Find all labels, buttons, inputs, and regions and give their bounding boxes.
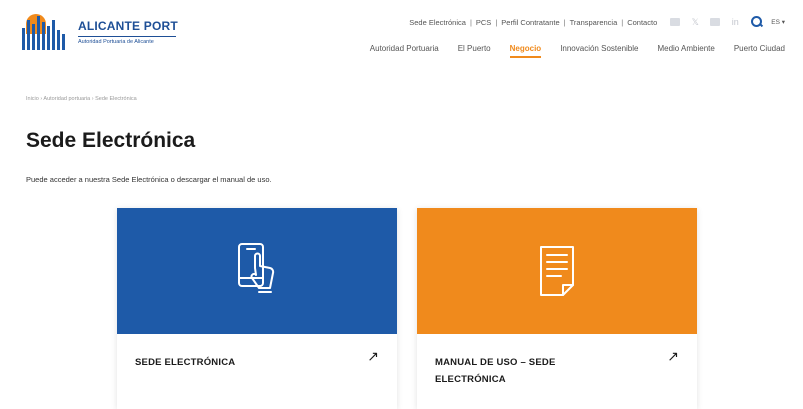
- arrow-up-right-icon[interactable]: ↗: [367, 348, 379, 365]
- arrow-up-right-icon[interactable]: ↗: [667, 348, 679, 365]
- phone-hand-icon: [238, 243, 275, 293]
- intro-text: Puede acceder a nuestra Sede Electrónica…: [26, 175, 272, 184]
- card-image: [117, 208, 397, 334]
- link-perfil-contratante[interactable]: Perfil Contratante: [501, 18, 559, 27]
- breadcrumb[interactable]: Inicio › Autoridad portuaria › Sede Elec…: [26, 96, 137, 102]
- nav-medio-ambiente[interactable]: Medio Ambiente: [657, 44, 714, 53]
- card-sede-electronica[interactable]: SEDE ELECTRÓNICA ↗: [117, 208, 397, 409]
- main-nav: Autoridad Portuaria El Puerto Negocio In…: [351, 44, 785, 58]
- link-transparencia[interactable]: Transparencia: [570, 18, 618, 27]
- nav-puerto-ciudad[interactable]: Puerto Ciudad: [734, 44, 785, 53]
- card-image: [417, 208, 697, 334]
- brand-title: ALICANTE PORT: [78, 19, 178, 33]
- nav-el-puerto[interactable]: El Puerto: [458, 44, 491, 53]
- nav-autoridad-portuaria[interactable]: Autoridad Portuaria: [370, 44, 439, 53]
- document-icon: [540, 246, 574, 296]
- facebook-icon[interactable]: [670, 18, 681, 26]
- language-selector[interactable]: ES ▾: [771, 18, 785, 26]
- link-sede-electronica[interactable]: Sede Electrónica: [409, 18, 466, 27]
- x-icon[interactable]: 𝕏: [690, 18, 700, 27]
- linkedin-icon[interactable]: in: [730, 18, 740, 27]
- brand-subtitle: Autoridad Portuaria de Alicante: [78, 39, 154, 45]
- utility-nav: Sede Electrónica | PCS | Perfil Contrata…: [409, 16, 785, 28]
- port-logo-icon: [22, 14, 72, 50]
- page-title: Sede Electrónica: [26, 129, 196, 152]
- youtube-icon[interactable]: [710, 18, 721, 26]
- site-logo[interactable]: ALICANTE PORT Autoridad Portuaria de Ali…: [22, 14, 178, 50]
- card-manual-de-uso[interactable]: MANUAL DE USO – SEDE ELECTRÓNICA ↗: [417, 208, 697, 409]
- card-label[interactable]: MANUAL DE USO – SEDE ELECTRÓNICA: [435, 354, 585, 388]
- nav-innovacion-sostenible[interactable]: Innovación Sostenible: [560, 44, 638, 53]
- link-contacto[interactable]: Contacto: [627, 18, 657, 27]
- nav-negocio[interactable]: Negocio: [509, 44, 541, 58]
- card-label[interactable]: SEDE ELECTRÓNICA: [135, 354, 285, 371]
- search-icon[interactable]: [751, 16, 763, 28]
- link-pcs[interactable]: PCS: [476, 18, 491, 27]
